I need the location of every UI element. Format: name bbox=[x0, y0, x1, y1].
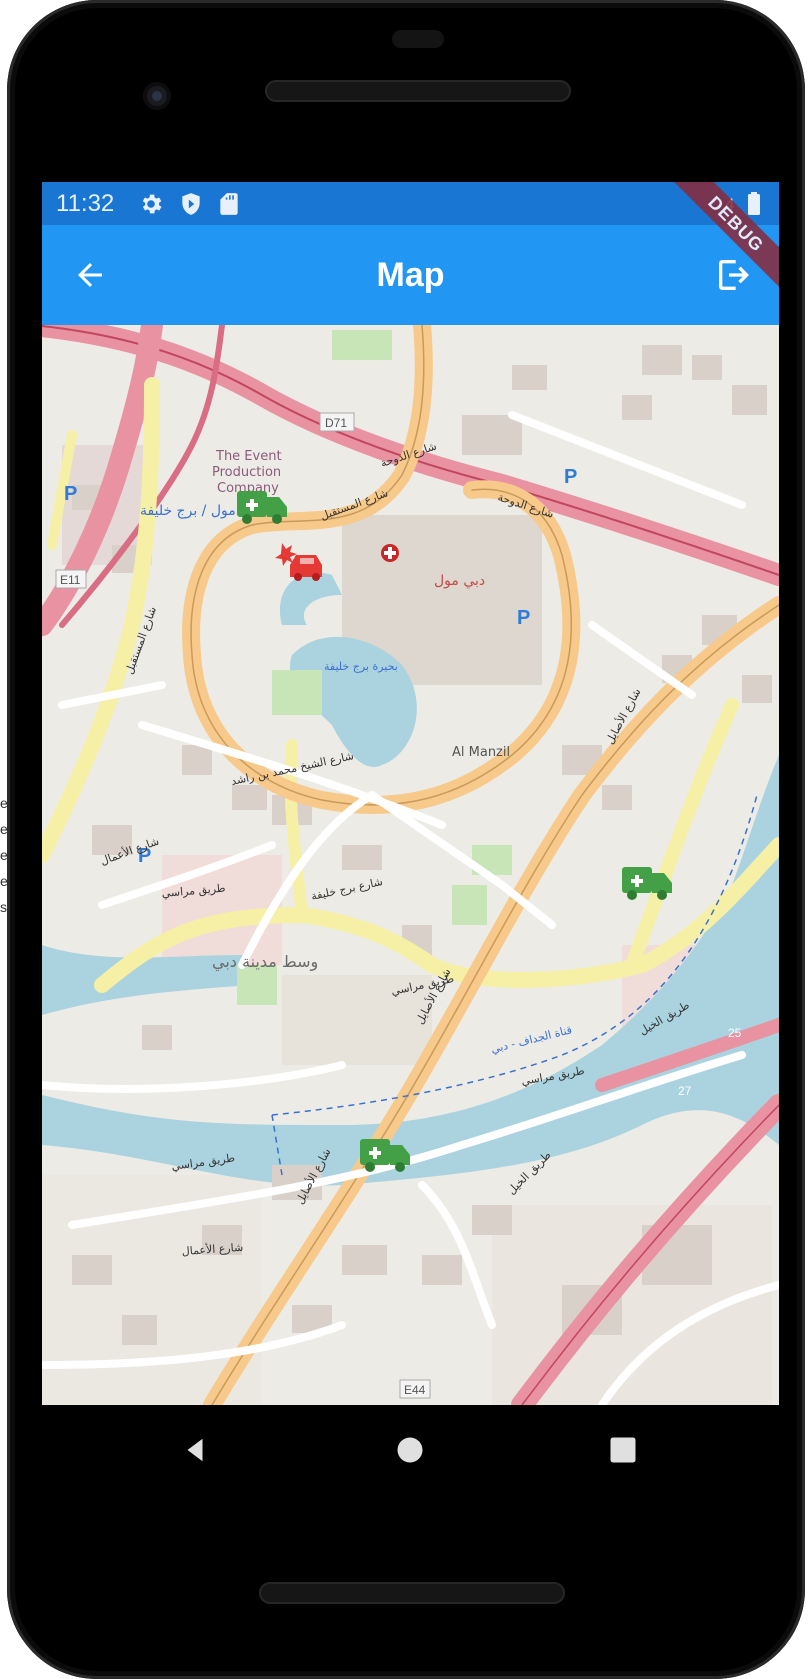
hospital-marker[interactable] bbox=[381, 544, 399, 562]
nav-back-button[interactable] bbox=[170, 1425, 220, 1475]
parking-label: P bbox=[564, 466, 577, 488]
status-bar: 11:32 4 bbox=[42, 182, 779, 225]
sd-card-icon bbox=[216, 191, 242, 217]
nav-recents-button[interactable] bbox=[598, 1425, 648, 1475]
parking-label: P bbox=[517, 607, 530, 629]
logout-icon bbox=[719, 260, 749, 290]
front-camera bbox=[143, 82, 171, 110]
nav-home-icon bbox=[397, 1437, 423, 1463]
battery-icon bbox=[746, 191, 762, 217]
poi-label: دبي مول bbox=[434, 573, 485, 589]
phone-screen: 11:32 4 Map DEBUG bbox=[42, 182, 779, 1405]
water-label: بحيرة برج خليفة bbox=[324, 660, 398, 673]
road-shield: 27 bbox=[678, 1084, 692, 1098]
shield-icon bbox=[178, 191, 204, 217]
app-bar: Map bbox=[42, 225, 779, 325]
nav-back-icon bbox=[187, 1438, 203, 1462]
place-label: وسط مدينة دبي bbox=[212, 952, 318, 972]
road-shield: 25 bbox=[728, 1026, 742, 1040]
road-shield: E11 bbox=[60, 573, 81, 587]
earpiece bbox=[392, 30, 444, 48]
parking-label: P bbox=[64, 483, 77, 505]
bottom-speaker bbox=[259, 1582, 565, 1604]
place-label: Al Manzil bbox=[452, 745, 510, 760]
nav-home-button[interactable] bbox=[385, 1425, 435, 1475]
nav-recents-icon bbox=[610, 1437, 636, 1463]
page-title: Map bbox=[376, 256, 445, 294]
poi-label: The Event bbox=[215, 449, 282, 464]
top-speaker bbox=[265, 80, 571, 102]
map-view[interactable]: P P P P D71 E11 E44 25 27 The Event Prod… bbox=[42, 325, 779, 1405]
road-shield: E44 bbox=[404, 1383, 426, 1397]
poi-label: Production bbox=[212, 465, 281, 480]
system-nav-bar bbox=[42, 1405, 779, 1495]
status-time: 11:32 bbox=[56, 190, 115, 217]
road-shield: D71 bbox=[325, 416, 347, 430]
settings-icon bbox=[138, 191, 164, 217]
